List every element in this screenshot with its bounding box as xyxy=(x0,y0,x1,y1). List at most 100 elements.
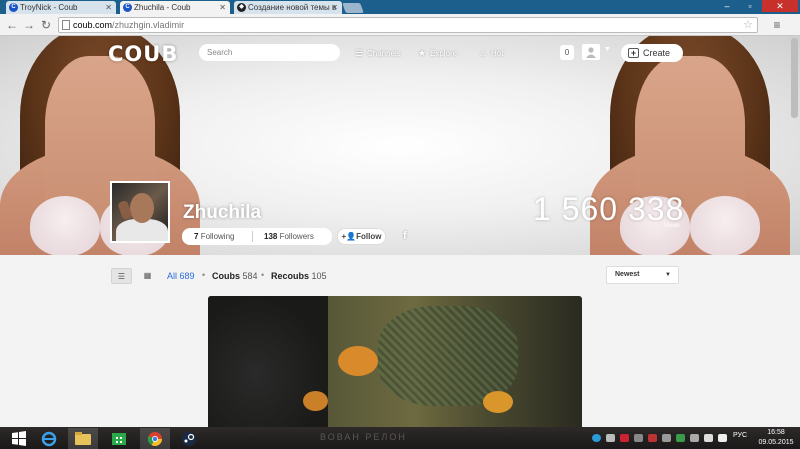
following-count: 7 xyxy=(194,232,199,241)
close-tab-icon[interactable]: ✕ xyxy=(219,1,226,14)
chrome-menu-icon[interactable]: ≡ xyxy=(770,18,784,32)
coub-video-player[interactable] xyxy=(208,296,582,428)
ie-icon xyxy=(41,431,57,447)
language-indicator[interactable]: РУС xyxy=(733,432,747,439)
steam-button[interactable] xyxy=(174,428,204,449)
system-clock[interactable]: 16:58 09.05.2015 xyxy=(756,428,796,448)
follow-stats: 7 Following 138 Followers xyxy=(182,228,332,245)
windows-logo-icon xyxy=(12,431,26,446)
following-label: Following xyxy=(200,232,235,241)
close-tab-icon[interactable]: ✕ xyxy=(331,1,338,14)
maximize-icon[interactable]: ▫ xyxy=(739,0,761,12)
create-button[interactable]: + Create xyxy=(621,44,683,62)
views-count: 1 560 338 xyxy=(533,191,685,227)
steam-icon xyxy=(182,432,196,446)
folder-icon xyxy=(75,432,91,445)
tab-title: TroyNick - Coub xyxy=(20,3,78,12)
separator-dot: • xyxy=(261,270,265,280)
start-button[interactable] xyxy=(4,428,34,449)
windows-taskbar: ВОВАН РЕЛОН РУС 16:58 09.05.2015 xyxy=(0,427,800,449)
nav-channels[interactable]: ☰ Channels xyxy=(353,46,401,60)
filter-count: 584 xyxy=(242,271,258,281)
chevron-down-icon[interactable]: ▼ xyxy=(604,46,611,53)
followers-label: Followers xyxy=(279,232,314,241)
facebook-icon[interactable]: f xyxy=(403,230,407,242)
url-path: /zhuzhgin.vladimir xyxy=(112,20,185,30)
back-icon[interactable]: ← xyxy=(5,18,19,32)
create-label: Create xyxy=(643,48,671,58)
file-explorer-button[interactable] xyxy=(68,428,98,449)
grid-view-button[interactable]: ▦ xyxy=(137,268,158,284)
profile-name: Zhuchila xyxy=(183,202,262,223)
internet-explorer-button[interactable] xyxy=(34,428,64,449)
filter-count: 689 xyxy=(179,271,195,281)
filter-coubs[interactable]: Coubs 584 xyxy=(212,270,258,282)
sort-dropdown[interactable]: Newest ▼ xyxy=(606,266,679,284)
filter-all[interactable]: All 689 xyxy=(167,270,195,282)
filter-label: All xyxy=(167,271,178,281)
clock-date: 09.05.2015 xyxy=(758,439,794,446)
tray-app-icon[interactable] xyxy=(620,434,629,442)
views-label: Views xyxy=(664,223,680,229)
divider xyxy=(252,231,253,242)
bookmark-star-icon[interactable]: ☆ xyxy=(743,18,753,32)
list-view-button[interactable]: ☰ xyxy=(111,268,132,284)
tray-skype-icon[interactable] xyxy=(592,434,601,442)
minimize-icon[interactable]: – xyxy=(716,0,738,12)
profile-cover: COUB ☰Channels ★Explore ♨Hot 0 ▼ + Creat… xyxy=(0,36,800,255)
list-icon: ☰ xyxy=(354,48,364,58)
nav-explore[interactable]: ★ Explore xyxy=(416,46,457,60)
search-input[interactable] xyxy=(199,44,340,61)
follow-button[interactable]: +👤Follow xyxy=(337,228,386,245)
forum-favicon-icon: ◆ xyxy=(237,3,246,12)
chrome-button[interactable] xyxy=(140,428,170,449)
new-tab-button[interactable] xyxy=(342,3,364,13)
profile-avatar[interactable] xyxy=(110,181,170,243)
browser-tabbar: C TroyNick - Coub ✕ C Zhuchila - Coub ✕ … xyxy=(0,0,800,14)
cover-image-left xyxy=(0,36,200,255)
plus-icon: + xyxy=(628,48,639,58)
star-icon: ★ xyxy=(417,48,427,58)
tray-app-icon[interactable] xyxy=(606,434,615,442)
nav-label: Channels xyxy=(367,49,401,58)
grid-view-icon: ▦ xyxy=(143,271,152,280)
nav-label: Hot xyxy=(491,49,504,58)
notifications-badge[interactable]: 0 xyxy=(560,45,574,60)
tray-network-icon[interactable] xyxy=(704,434,713,442)
nav-hot[interactable]: ♨ Hot xyxy=(477,46,504,60)
page-icon xyxy=(62,20,70,30)
separator-dot: • xyxy=(202,270,206,280)
coub-logo[interactable]: COUB xyxy=(108,42,178,66)
filter-count: 105 xyxy=(311,271,327,281)
page-scrollbar[interactable] xyxy=(791,38,798,118)
taskbar-watermark: ВОВАН РЕЛОН xyxy=(320,432,407,442)
tray-app-icon[interactable] xyxy=(648,434,657,442)
tray-app-icon[interactable] xyxy=(676,434,685,442)
chrome-icon xyxy=(147,432,162,446)
list-view-icon: ☰ xyxy=(117,272,126,281)
nav-label: Explore xyxy=(430,49,458,58)
tab-zhuchila[interactable]: C Zhuchila - Coub ✕ xyxy=(120,1,230,14)
coub-favicon-icon: C xyxy=(9,3,18,12)
address-bar[interactable]: coub.com/zhuzhgin.vladimir ☆ xyxy=(58,17,758,33)
tray-app-icon[interactable] xyxy=(634,434,643,442)
reload-icon[interactable]: ↻ xyxy=(39,18,53,32)
tab-create-topic[interactable]: ◆ Создание новой темы в ✕ xyxy=(234,1,342,14)
flame-icon: ♨ xyxy=(478,48,488,58)
tray-volume-icon[interactable] xyxy=(718,434,727,442)
tab-troynick[interactable]: C TroyNick - Coub ✕ xyxy=(6,1,116,14)
clock-time: 16:58 xyxy=(767,429,785,436)
followers-link[interactable]: 138 Followers xyxy=(264,228,314,245)
close-tab-icon[interactable]: ✕ xyxy=(105,1,112,14)
close-window-icon[interactable]: ✕ xyxy=(762,0,798,12)
tray-app-icon[interactable] xyxy=(662,434,671,442)
user-avatar[interactable] xyxy=(582,44,600,60)
following-link[interactable]: 7 Following xyxy=(194,228,234,245)
tray-app-icon[interactable] xyxy=(690,434,699,442)
browser-toolbar: ← → ↻ coub.com/zhuzhgin.vladimir ☆ ≡ xyxy=(0,14,800,36)
store-button[interactable] xyxy=(104,428,134,449)
filter-recoubs[interactable]: Recoubs 105 xyxy=(271,270,327,282)
forward-icon[interactable]: → xyxy=(22,18,36,32)
coub-favicon-icon: C xyxy=(123,3,132,12)
profile-content: ☰ ▦ All 689 • Coubs 584 • Recoubs 105 Ne… xyxy=(0,255,800,428)
